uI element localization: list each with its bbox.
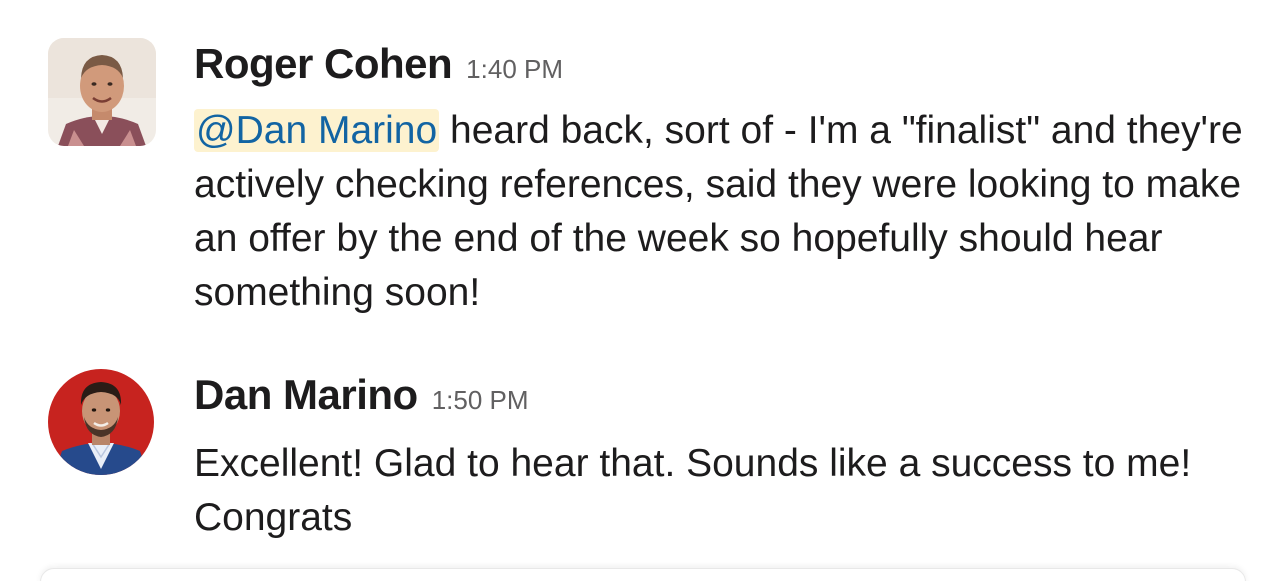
user-mention[interactable]: @Dan Marino — [194, 109, 440, 152]
message-composer[interactable] — [40, 568, 1246, 581]
timestamp[interactable]: 1:40 PM — [466, 54, 563, 84]
dan-marino-avatar — [48, 369, 154, 475]
sender-name[interactable]: Dan Marino — [194, 371, 418, 418]
roger-cohen-avatar — [48, 38, 156, 146]
avatar[interactable] — [48, 38, 156, 146]
avatar[interactable] — [48, 369, 154, 475]
message-list: Roger Cohen 1:40 PM @Dan Marino heard bac… — [0, 0, 1284, 581]
message-header: Roger Cohen 1:40 PM — [194, 40, 563, 88]
message-text: @Dan Marino heard back, sort of - I'm a … — [194, 104, 1254, 320]
timestamp[interactable]: 1:50 PM — [432, 385, 529, 415]
message-header: Dan Marino 1:50 PM — [194, 371, 529, 419]
sender-name[interactable]: Roger Cohen — [194, 40, 453, 87]
message-text: Excellent! Glad to hear that. Sounds lik… — [194, 442, 1192, 539]
